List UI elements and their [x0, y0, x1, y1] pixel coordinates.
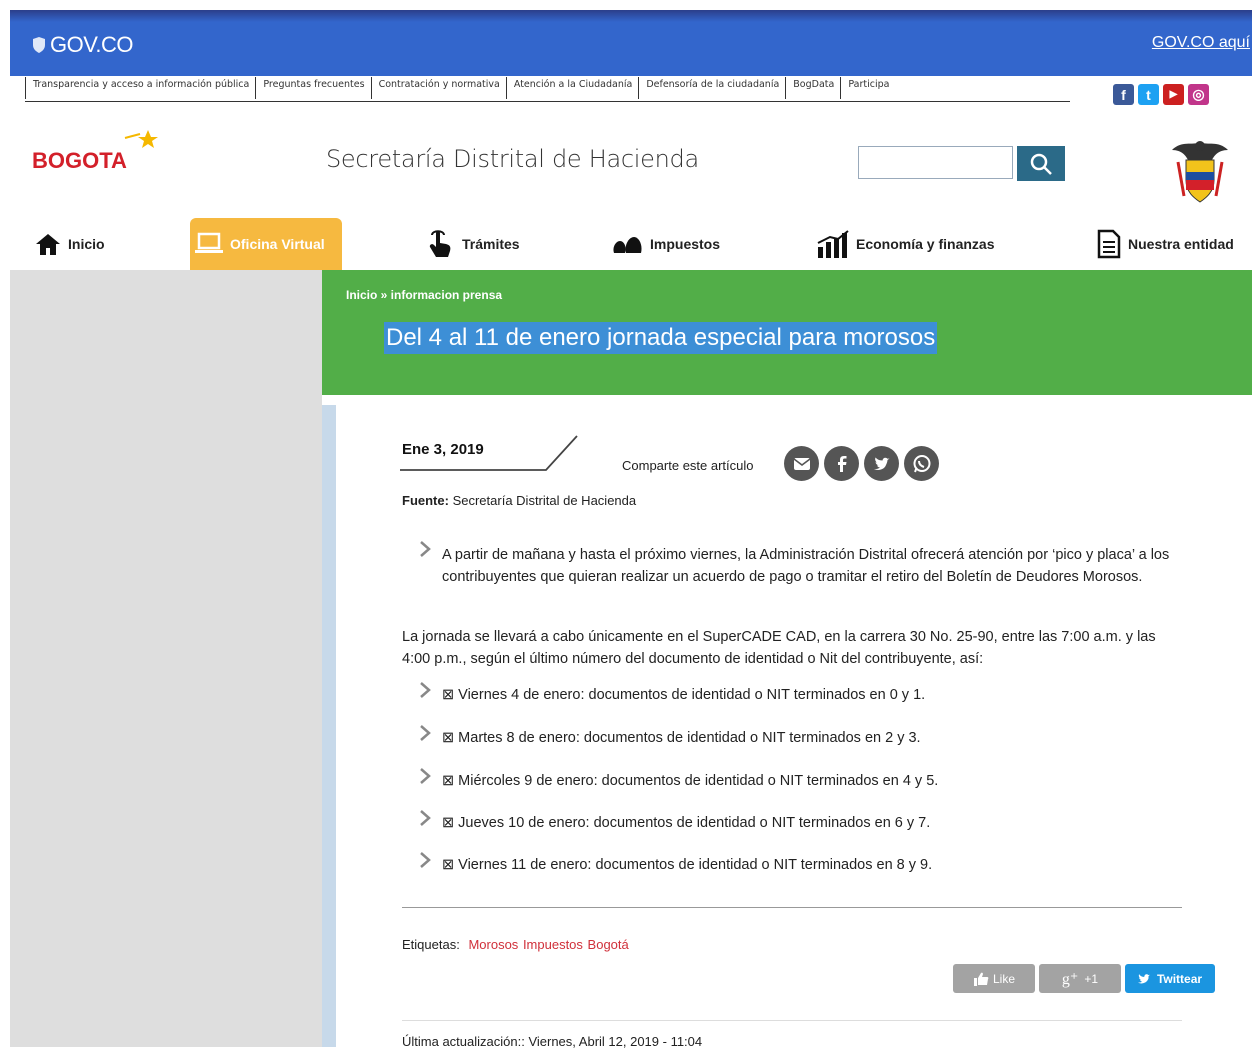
divider [402, 1020, 1182, 1021]
money-bags-icon [613, 237, 642, 253]
nav-entidad-label: Nuestra entidad [1128, 236, 1234, 252]
social-links: f t ▶ ◎ [1113, 84, 1209, 105]
twitter-bird-icon [1137, 973, 1150, 983]
chevron-right-icon [420, 725, 431, 741]
tags-label: Etiquetas: [402, 937, 460, 952]
nav-economia-label: Economía y finanzas [856, 236, 995, 252]
site-title: Secretaría Distrital de Hacienda [326, 145, 699, 173]
top-link-atencion[interactable]: Atención a la Ciudadanía [505, 77, 638, 99]
nav-impuestos-label: Impuestos [650, 236, 721, 252]
nav-oficina-virtual[interactable]: Oficina Virtual [190, 218, 342, 270]
twitter-icon[interactable]: t [1138, 84, 1159, 105]
article-lead: A partir de mañana y hasta el próximo vi… [442, 547, 1170, 585]
gov-shield-icon [33, 37, 45, 53]
gplus-label: +1 [1084, 971, 1099, 986]
bogota-logo[interactable]: BOGOTA [30, 126, 170, 176]
tags: Etiquetas: Morosos Impuestos Bogotá [402, 937, 629, 952]
nav-inicio-label: Inicio [68, 236, 105, 252]
date-underline [400, 435, 578, 471]
search-input[interactable] [858, 146, 1013, 179]
colombia-coat-of-arms-icon [1172, 141, 1228, 203]
email-share-icon[interactable] [784, 446, 819, 481]
main-nav: Inicio Oficina Virtual Trámites Impuesto… [10, 218, 1252, 270]
like-button[interactable]: Like [953, 964, 1035, 993]
facebook-icon[interactable]: f [1113, 84, 1134, 105]
whatsapp-share-icon[interactable] [904, 446, 939, 481]
home-icon [36, 234, 60, 255]
top-link-participa[interactable]: Participa [840, 77, 895, 99]
page-title: Del 4 al 11 de enero jornada especial pa… [384, 322, 938, 354]
nav-tramites-label: Trámites [462, 236, 520, 252]
laptop-icon [195, 232, 223, 253]
source-label: Fuente: [402, 493, 449, 508]
facebook-share-icon[interactable] [824, 446, 859, 481]
list-item: ⊠ Jueves 10 de enero: documentos de iden… [442, 815, 931, 831]
chevron-right-icon [420, 768, 431, 784]
gov-logo[interactable]: GOV.CO [32, 32, 134, 58]
chevron-right-icon [420, 682, 431, 698]
nav-impuestos[interactable]: Impuestos [610, 218, 720, 270]
bogota-logo-text: BOGOTA [32, 148, 127, 173]
article-source: Fuente: Secretaría Distrital de Hacienda [402, 493, 636, 508]
list-item: ⊠ Miércoles 9 de enero: documentos de id… [442, 773, 939, 789]
like-label: Like [992, 971, 1015, 986]
bar-chart-icon [817, 230, 849, 258]
chevron-right-icon [420, 810, 431, 826]
top-link-contratacion[interactable]: Contratación y normativa [370, 77, 506, 99]
nav-tramites[interactable]: Trámites [426, 218, 520, 270]
tag-morosos[interactable]: Morosos [468, 937, 518, 952]
document-icon [1097, 229, 1121, 259]
top-link-transparencia[interactable]: Transparencia y acceso a información púb… [25, 77, 255, 99]
nav-inicio[interactable]: Inicio [34, 218, 105, 270]
chevron-right-icon [420, 852, 431, 868]
left-sidebar [10, 270, 322, 1047]
chevron-right-icon [420, 541, 431, 557]
twitter-share-icon[interactable] [864, 446, 899, 481]
top-link-defensoria[interactable]: Defensoría de la ciudadanía [638, 77, 785, 99]
tag-impuestos[interactable]: Impuestos [523, 937, 583, 952]
nav-nuestra-entidad[interactable]: Nuestra entidad [1096, 218, 1234, 270]
content-side-strip [322, 405, 336, 1047]
top-link-bogdata[interactable]: BogData [785, 77, 840, 99]
hand-pointer-icon [429, 230, 451, 257]
gov-bar: GOV.CO GOV.CO aquí [10, 10, 1252, 76]
share-icons [784, 446, 939, 481]
google-plus-button[interactable]: g⁺ +1 [1039, 964, 1121, 993]
gov-link[interactable]: GOV.CO aquí [1152, 34, 1250, 52]
list-item: ⊠ Viernes 11 de enero: documentos de ide… [442, 857, 933, 873]
gov-logo-text: GOV.CO [50, 32, 134, 57]
nav-oficina-label: Oficina Virtual [230, 236, 325, 252]
nav-economia[interactable]: Economía y finanzas [816, 218, 994, 270]
article-banner: Inicio » informacion prensa Del 4 al 11 … [322, 270, 1252, 395]
youtube-icon[interactable]: ▶ [1163, 84, 1184, 105]
thumbs-up-icon [973, 972, 989, 986]
list-item: ⊠ Martes 8 de enero: documentos de ident… [442, 730, 921, 746]
top-links-bar: Transparencia y acceso a información púb… [25, 77, 1070, 102]
source-value: Secretaría Distrital de Hacienda [452, 493, 637, 508]
tweet-button[interactable]: Twittear [1125, 964, 1215, 993]
breadcrumb[interactable]: Inicio » informacion prensa [346, 288, 502, 302]
list-item: ⊠ Viernes 4 de enero: documentos de iden… [442, 687, 926, 703]
tweet-label: Twittear [1156, 971, 1203, 986]
social-buttons: Like g⁺ +1 Twittear [953, 964, 1215, 993]
top-link-preguntas[interactable]: Preguntas frecuentes [255, 77, 370, 99]
google-plus-icon: g⁺ [1061, 970, 1079, 988]
instagram-icon[interactable]: ◎ [1188, 84, 1209, 105]
search-button[interactable] [1017, 146, 1065, 181]
tag-bogota[interactable]: Bogotá [588, 937, 629, 952]
article-body: La jornada se llevará a cabo únicamente … [402, 629, 1156, 667]
share-label: Comparte este artículo [622, 458, 754, 473]
search-icon [1030, 153, 1052, 175]
divider [402, 907, 1182, 908]
